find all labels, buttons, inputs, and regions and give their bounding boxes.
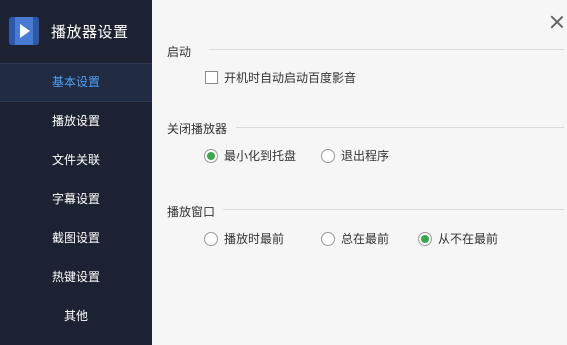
player-logo-icon: [9, 17, 39, 45]
sidebar-item-hotkey[interactable]: 热键设置: [0, 258, 152, 297]
sidebar-item-file-association[interactable]: 文件关联: [0, 141, 152, 180]
top-when-playing-radio[interactable]: [204, 231, 218, 246]
close-icon[interactable]: [550, 15, 564, 29]
autostart-checkbox[interactable]: [205, 71, 218, 84]
section-divider: [209, 49, 564, 50]
minimize-to-tray-label: 最小化到托盘: [224, 149, 297, 163]
top-when-playing-option[interactable]: 播放时最前: [204, 230, 284, 247]
sidebar-item-basic[interactable]: 基本设置: [0, 63, 152, 102]
autostart-option[interactable]: 开机时自动启动百度影音: [205, 69, 356, 86]
exit-program-label: 退出程序: [341, 149, 390, 163]
app-title: 播放器设置: [51, 23, 129, 41]
exit-program-radio[interactable]: [321, 148, 335, 163]
section-title-play-window: 播放窗口: [167, 205, 216, 219]
sidebar-item-playback[interactable]: 播放设置: [0, 102, 152, 141]
section-title-close-player: 关闭播放器: [167, 122, 228, 136]
always-on-top-radio[interactable]: [321, 231, 335, 246]
sidebar-item-other[interactable]: 其他: [0, 297, 152, 336]
never-on-top-label: 从不在最前: [438, 232, 499, 246]
autostart-label: 开机时自动启动百度影音: [224, 71, 357, 85]
sidebar-item-screenshot[interactable]: 截图设置: [0, 219, 152, 258]
never-on-top-option[interactable]: 从不在最前: [418, 230, 498, 247]
never-on-top-radio[interactable]: [418, 231, 432, 246]
sidebar: 播放器设置 基本设置 播放设置 文件关联 字幕设置 截图设置 热键设置 其他: [0, 0, 152, 345]
always-on-top-option[interactable]: 总在最前: [321, 230, 389, 247]
section-divider: [223, 209, 564, 210]
exit-program-option[interactable]: 退出程序: [321, 147, 389, 164]
top-when-playing-label: 播放时最前: [224, 232, 285, 246]
sidebar-nav: 基本设置 播放设置 文件关联 字幕设置 截图设置 热键设置 其他: [0, 63, 152, 336]
minimize-to-tray-option[interactable]: 最小化到托盘: [204, 147, 296, 164]
section-divider: [236, 127, 564, 128]
section-title-startup: 启动: [167, 45, 192, 59]
sidebar-item-subtitle[interactable]: 字幕设置: [0, 180, 152, 219]
app-header: 播放器设置: [0, 0, 152, 63]
minimize-to-tray-radio[interactable]: [204, 148, 218, 163]
always-on-top-label: 总在最前: [341, 232, 390, 246]
